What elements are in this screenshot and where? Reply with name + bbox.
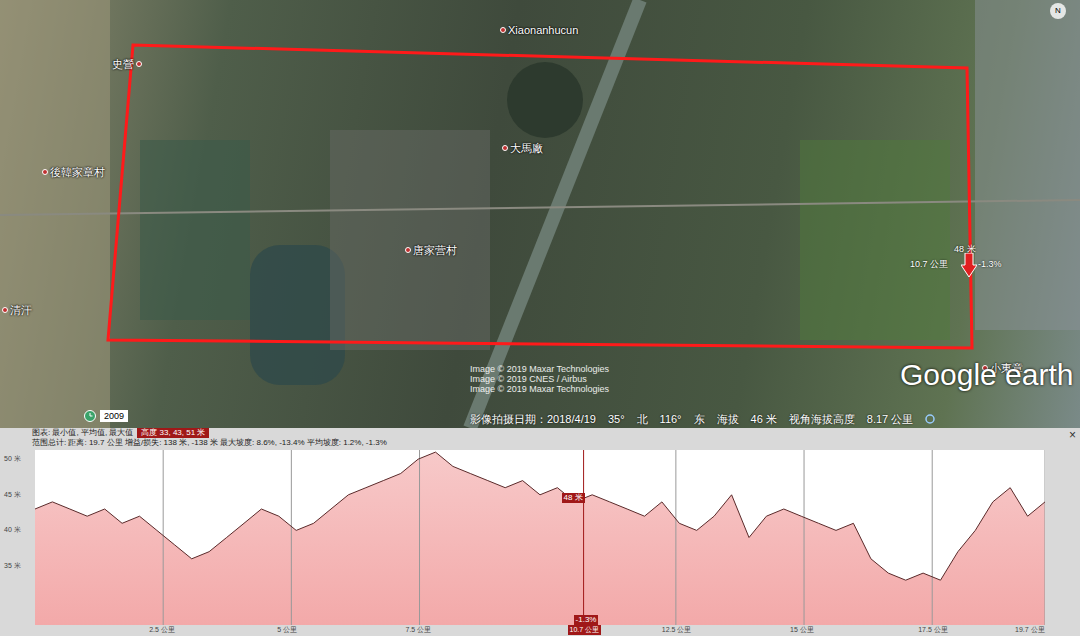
summary-highlight: 高度 33, 43, 51 米 xyxy=(137,428,209,438)
y-axis: 35 米 40 米 45 米 50 米 xyxy=(0,450,35,625)
grid-line xyxy=(1045,450,1046,625)
close-button[interactable]: × xyxy=(1069,428,1076,442)
compass[interactable]: N xyxy=(1050,3,1066,19)
place-label[interactable]: Xiaonanhucun xyxy=(500,22,578,39)
route-marker: 48 米 10.7 公里 -1.3% xyxy=(910,243,1020,283)
cursor-distance: 10.7 公里 xyxy=(568,625,602,635)
attribution-line: Image © 2019 Maxar Technologies xyxy=(470,384,609,394)
x-tick: 7.5 公里 xyxy=(406,625,432,635)
elev: 46 米 xyxy=(751,412,777,426)
place-label[interactable]: 清汗 xyxy=(2,302,32,319)
elevation-line xyxy=(35,452,1045,580)
pin-icon xyxy=(500,27,506,33)
map-view[interactable]: 史營Xiaonanhucun大馬廠後韓家章村唐家营村清汗小東章 48 米 10.… xyxy=(0,0,1080,428)
place-label[interactable]: 唐家营村 xyxy=(405,242,457,259)
grid-line xyxy=(675,450,676,625)
profile-header: 图表: 最小值, 平均值, 最大值 高度 33, 43, 51 米 范围总计: … xyxy=(0,428,1080,448)
place-name: 後韓家章村 xyxy=(50,164,105,181)
x-tick: 15 公里 xyxy=(790,625,814,635)
cursor-slope: -1.3% xyxy=(574,615,599,625)
status-bar: 影像拍摄日期：2018/4/19 35° 北 116° 东 海拔 46 米 视角… xyxy=(470,412,1074,426)
attribution-line: Image © 2019 CNES / Airbus xyxy=(470,374,609,384)
elevation-area xyxy=(35,452,1045,625)
grid-line xyxy=(163,450,164,625)
x-tick: 17.5 公里 xyxy=(918,625,948,635)
chart-canvas xyxy=(35,450,1045,625)
history-badge[interactable]: 2009 xyxy=(84,410,128,422)
compass-north: N xyxy=(1055,7,1061,15)
eye: 8.17 公里 xyxy=(867,412,913,426)
grid-line xyxy=(291,450,292,625)
history-year: 2009 xyxy=(100,410,128,422)
longitude: 116° xyxy=(660,412,682,426)
pin-icon xyxy=(405,247,411,253)
place-label[interactable]: 後韓家章村 xyxy=(42,164,105,181)
profile-chart[interactable]: 48 米 -1.3% xyxy=(35,450,1045,625)
grid-line xyxy=(804,450,805,625)
down-arrow-icon xyxy=(961,253,977,277)
place-name: 大馬廠 xyxy=(510,140,543,157)
date: 2018/4/19 xyxy=(547,413,596,425)
google-earth-logo: Google earth xyxy=(900,360,1073,390)
place-name: 清汗 xyxy=(10,302,32,319)
search-icon[interactable] xyxy=(925,414,935,424)
y-tick: 35 米 xyxy=(4,562,21,570)
pin-icon xyxy=(502,145,508,151)
pin-icon xyxy=(136,61,142,67)
grid-line xyxy=(932,450,933,625)
y-tick: 50 米 xyxy=(4,455,21,463)
place-name: 史營 xyxy=(112,56,134,73)
x-axis: 2.5 公里 5 公里 7.5 公里 12.5 公里 15 公里 17.5 公里 19.7 … xyxy=(35,625,1045,636)
lat-dir: 北 xyxy=(637,412,648,426)
latitude: 35° xyxy=(608,412,625,426)
attribution-line: Image © 2019 Maxar Technologies xyxy=(470,364,609,374)
marker-slope: -1.3% xyxy=(978,258,1002,272)
y-tick: 45 米 xyxy=(4,491,21,499)
date-label: 影像拍摄日期： xyxy=(470,413,547,425)
x-tick: 19.7 公里 xyxy=(1015,625,1045,635)
elevation-profile: 图表: 最小值, 平均值, 最大值 高度 33, 43, 51 米 范围总计: … xyxy=(0,428,1080,636)
place-label[interactable]: 大馬廠 xyxy=(502,140,543,157)
eye-label: 视角海拔高度 xyxy=(789,412,855,426)
place-name: Xiaonanhucun xyxy=(508,22,578,39)
cursor-line xyxy=(583,450,584,625)
y-tick: 40 米 xyxy=(4,526,21,534)
x-tick: 12.5 公里 xyxy=(662,625,692,635)
lon-dir: 东 xyxy=(694,412,705,426)
pin-icon xyxy=(42,169,48,175)
marker-distance: 10.7 公里 xyxy=(910,258,948,272)
pin-icon xyxy=(2,307,8,313)
cursor-elevation: 48 米 xyxy=(562,493,585,503)
grid-line xyxy=(419,450,420,625)
x-tick: 5 公里 xyxy=(277,625,297,635)
chart-label: 图表: 最小值, 平均值, 最大值 xyxy=(32,428,133,438)
clock-icon xyxy=(84,410,96,422)
totals: 范围总计: 距离: 19.7 公里 增益/损失: 138 米, -138 米 最… xyxy=(32,438,1048,448)
place-label[interactable]: 史營 xyxy=(112,56,142,73)
attribution: Image © 2019 Maxar Technologies Image © … xyxy=(470,364,609,394)
elev-label: 海拔 xyxy=(717,412,739,426)
place-name: 唐家营村 xyxy=(413,242,457,259)
x-tick: 2.5 公里 xyxy=(149,625,175,635)
